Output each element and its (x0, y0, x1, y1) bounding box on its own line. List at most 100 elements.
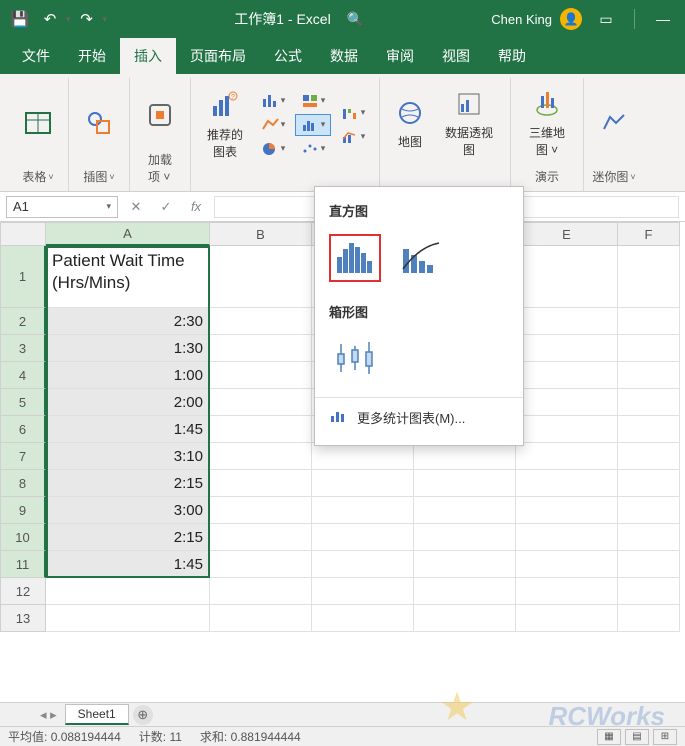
histogram-chart-option[interactable] (329, 234, 381, 282)
row-header-12[interactable]: 12 (0, 578, 46, 605)
tables-button[interactable] (16, 103, 60, 143)
recommended-charts-button[interactable]: ? 推荐的 图表 (199, 86, 251, 164)
threed-map-button[interactable]: 三维地 图 ˅ (519, 84, 575, 162)
cell-a6[interactable]: 1:45 (46, 416, 210, 443)
avatar[interactable]: 👤 (560, 8, 582, 30)
chevron-down-icon: ▾ (106, 201, 111, 212)
pie-chart-button[interactable]: ▾ (255, 138, 291, 160)
row-header-6[interactable]: 6 (0, 416, 46, 443)
status-bar: 平均值: 0.088194444 计数: 11 求和: 0.881944444 … (0, 726, 685, 746)
combo-chart-button[interactable]: ▾ (335, 126, 371, 148)
threed-map-icon (531, 88, 563, 120)
barchart-icon (329, 408, 347, 427)
boxplot-chart-option[interactable] (329, 335, 381, 383)
ribbon-tabs: 文件 开始 插入 页面布局 公式 数据 审阅 视图 帮助 (0, 38, 685, 74)
cancel-button[interactable]: ✕ (124, 196, 148, 218)
row-header-1[interactable]: 1 (0, 246, 46, 308)
name-box[interactable]: A1 ▾ (6, 196, 118, 218)
row-header-9[interactable]: 9 (0, 497, 46, 524)
recommended-charts-icon: ? (209, 90, 241, 122)
group-addins: 加载 项 ˅ (130, 78, 191, 191)
illustrations-button[interactable] (77, 103, 121, 143)
doc-title: 工作簿1 - Excel (234, 9, 330, 29)
row-header-11[interactable]: 11 (0, 551, 46, 578)
page-break-view-button[interactable]: ⊞ (653, 729, 677, 745)
waterfall-chart-button[interactable]: ▾ (335, 102, 371, 124)
row-header-8[interactable]: 8 (0, 470, 46, 497)
search-icon[interactable]: 🔍 (347, 11, 364, 28)
cell-a10[interactable]: 2:15 (46, 524, 210, 551)
select-all-corner[interactable] (0, 222, 46, 246)
group-tables: 表格˅ (8, 78, 69, 191)
col-header-e[interactable]: E (516, 222, 618, 246)
page-layout-view-button[interactable]: ▤ (625, 729, 649, 745)
cell-a1[interactable]: Patient Wait Time (Hrs/Mins) (46, 246, 210, 308)
table-icon (22, 107, 54, 139)
tab-data[interactable]: 数据 (316, 38, 372, 74)
tab-home[interactable]: 开始 (64, 38, 120, 74)
tab-help[interactable]: 帮助 (484, 38, 540, 74)
titlebar: 💾 ↶ ▾ ↷ ▾ 工作簿1 - Excel 🔍 Chen King 👤 ▭ — (0, 0, 685, 38)
cell-a2[interactable]: 2:30 (46, 308, 210, 335)
row-header-3[interactable]: 3 (0, 335, 46, 362)
sheet-tab-1[interactable]: Sheet1 (65, 704, 129, 725)
boxplot-section-title: 箱形图 (315, 296, 523, 331)
row-header-4[interactable]: 4 (0, 362, 46, 389)
maps-button[interactable]: 地图 (388, 93, 432, 154)
line-chart-button[interactable]: ▾ (255, 114, 291, 136)
tab-file[interactable]: 文件 (8, 38, 64, 74)
minimize-button[interactable]: — (647, 5, 679, 33)
svg-text:?: ? (231, 94, 235, 101)
add-sheet-button[interactable]: ⊕ (133, 705, 153, 725)
sparklines-button[interactable] (592, 103, 636, 143)
group-sparklines: 迷你图˅ (584, 78, 644, 191)
enter-button[interactable]: ✓ (154, 196, 178, 218)
more-statistic-charts[interactable]: 更多统计图表(M)... (315, 397, 523, 437)
row-header-10[interactable]: 10 (0, 524, 46, 551)
cell-a5[interactable]: 2:00 (46, 389, 210, 416)
pareto-chart-option[interactable] (395, 234, 447, 282)
tab-formulas[interactable]: 公式 (260, 38, 316, 74)
tab-review[interactable]: 审阅 (372, 38, 428, 74)
status-average: 平均值: 0.088194444 (8, 728, 121, 745)
cell-a4[interactable]: 1:00 (46, 362, 210, 389)
addins-icon (144, 99, 176, 131)
quick-access-toolbar: 💾 ↶ ▾ ↷ ▾ (6, 5, 107, 33)
undo-button[interactable]: ↶ (36, 5, 64, 33)
pivotchart-button[interactable]: 数据透视图 (436, 84, 502, 162)
cell-a8[interactable]: 2:15 (46, 470, 210, 497)
addins-button[interactable] (138, 95, 182, 135)
status-sum: 求和: 0.881944444 (200, 728, 301, 745)
scatter-chart-button[interactable]: ▾ (295, 138, 331, 160)
statistic-chart-button[interactable]: ▾ (295, 114, 331, 136)
fx-button[interactable]: fx (184, 196, 208, 218)
tab-insert[interactable]: 插入 (120, 38, 176, 74)
col-header-f[interactable]: F (618, 222, 680, 246)
cell-e1[interactable] (516, 246, 618, 308)
save-button[interactable]: 💾 (6, 5, 34, 33)
col-header-b[interactable]: B (210, 222, 312, 246)
col-header-a[interactable]: A (46, 222, 210, 246)
cell-a9[interactable]: 3:00 (46, 497, 210, 524)
row-header-2[interactable]: 2 (0, 308, 46, 335)
sheet-tab-bar: ◂ ▸ Sheet1 ⊕ (0, 702, 685, 726)
hierarchy-chart-button[interactable]: ▾ (295, 90, 331, 112)
redo-button[interactable]: ↷ (73, 5, 101, 33)
cell-a3[interactable]: 1:30 (46, 335, 210, 362)
tab-view[interactable]: 视图 (428, 38, 484, 74)
cell-b1[interactable] (210, 246, 312, 308)
cell-f1[interactable] (618, 246, 680, 308)
normal-view-button[interactable]: ▦ (597, 729, 621, 745)
ribbon-display-options[interactable]: ▭ (590, 5, 622, 33)
cell-a11[interactable]: 1:45 (46, 551, 210, 578)
row-header-13[interactable]: 13 (0, 605, 46, 632)
row-header-7[interactable]: 7 (0, 443, 46, 470)
cell-a7[interactable]: 3:10 (46, 443, 210, 470)
user-name: Chen King (491, 12, 552, 27)
column-chart-button[interactable]: ▾ (255, 90, 291, 112)
sparkline-icon (598, 107, 630, 139)
tab-pagelayout[interactable]: 页面布局 (176, 38, 260, 74)
sheet-nav[interactable]: ◂ ▸ (40, 707, 57, 723)
row-header-5[interactable]: 5 (0, 389, 46, 416)
group-maps: 地图 数据透视图 图表 ⤢ (380, 78, 511, 191)
